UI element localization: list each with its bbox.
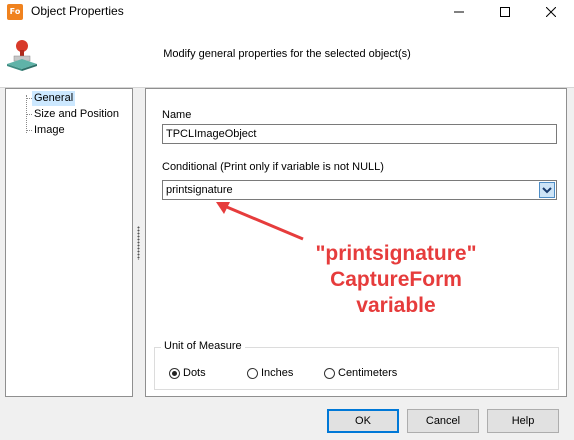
annotation-arrow <box>216 202 304 241</box>
radio-inches[interactable]: Inches <box>247 367 293 379</box>
radio-dots[interactable]: Dots <box>169 367 206 379</box>
annotation-line: CaptureForm <box>330 268 462 291</box>
annotation-line: variable <box>356 294 436 317</box>
radio-label: Dots <box>183 367 206 379</box>
ok-button[interactable]: OK <box>327 409 399 433</box>
radio-circle[interactable] <box>324 367 335 379</box>
radio-label: Centimeters <box>338 367 398 379</box>
radio-circle[interactable] <box>169 367 180 379</box>
close-icon <box>546 7 556 17</box>
maximize-icon <box>500 7 510 17</box>
header-banner: Modify general properties for the select… <box>0 24 574 88</box>
tree-item-size-and-position[interactable]: Size and Position <box>32 107 121 122</box>
tree-item-image[interactable]: Image <box>32 123 67 138</box>
general-panel: Name TPCLImageObject Conditional (Print … <box>145 88 567 397</box>
conditional-label: Conditional (Print only if variable is n… <box>162 161 384 173</box>
title-bar: Fo Object Properties <box>0 0 574 25</box>
cancel-button[interactable]: Cancel <box>407 409 479 433</box>
unit-of-measure-label: Unit of Measure <box>161 340 245 352</box>
window-title: Object Properties <box>31 4 124 18</box>
help-button[interactable]: Help <box>487 409 559 433</box>
radio-label: Inches <box>261 367 294 379</box>
header-description: Modify general properties for the select… <box>163 48 411 60</box>
annotation-line: "printsignature" <box>315 242 477 265</box>
property-tree: General Size and Position Image <box>5 88 133 397</box>
dropdown-button[interactable] <box>539 182 555 198</box>
radio-centimeters[interactable]: Centimeters <box>324 367 397 379</box>
conditional-select[interactable]: printsignature <box>162 180 557 200</box>
unit-of-measure-group: Unit of Measure Dots Inches Centimeters <box>154 340 559 390</box>
panel-splitter[interactable] <box>137 226 140 260</box>
app-icon: Fo <box>7 4 23 20</box>
conditional-value: printsignature <box>166 184 233 196</box>
minimize-icon <box>454 11 464 13</box>
minimize-button[interactable] <box>436 0 482 24</box>
name-label: Name <box>162 109 192 121</box>
tree-item-general[interactable]: General <box>32 91 76 106</box>
radio-circle[interactable] <box>247 367 258 379</box>
name-field[interactable]: TPCLImageObject <box>162 124 557 144</box>
maximize-button[interactable] <box>482 0 528 24</box>
close-button[interactable] <box>528 0 574 24</box>
annotation-text: "printsignature" CaptureForm variable <box>296 241 496 319</box>
chevron-down-icon <box>542 187 552 194</box>
